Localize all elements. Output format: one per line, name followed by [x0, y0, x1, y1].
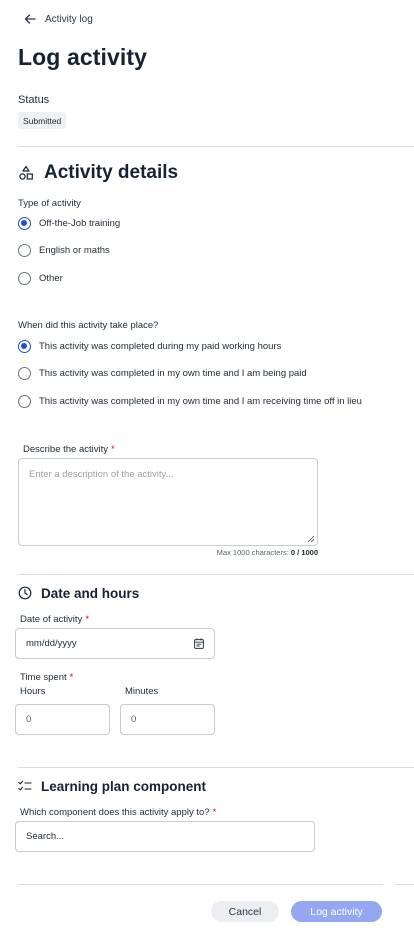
status-badge: Submitted [18, 112, 67, 129]
clock-icon [18, 586, 32, 600]
status-label: Status [18, 94, 50, 106]
component-search-input[interactable]: Search... [15, 821, 315, 852]
hours-value: 0 [26, 714, 32, 725]
date-hours-header: Date and hours [18, 584, 139, 602]
radio-button[interactable] [18, 366, 31, 380]
component-question-label: Which component does this activity apply… [20, 807, 217, 818]
required-marker: * [111, 444, 115, 455]
section-divider [18, 767, 414, 768]
learning-plan-header: Learning plan component [18, 777, 206, 795]
radio-when-own-time-paid[interactable]: This activity was completed in my own ti… [18, 365, 307, 381]
footer-divider [18, 884, 383, 885]
date-label: Date of activity * [20, 614, 90, 625]
radio-when-paid-hours[interactable]: This activity was completed during my pa… [18, 338, 281, 354]
radio-button[interactable] [18, 394, 31, 408]
footer-divider [395, 884, 414, 885]
hours-label: Hours [20, 686, 46, 697]
radio-label: This activity was completed in my own ti… [39, 395, 362, 407]
search-placeholder: Search... [26, 831, 65, 842]
back-link-label: Activity log [45, 13, 93, 25]
radio-label: Off-the-Job training [39, 217, 121, 229]
cancel-button[interactable]: Cancel [211, 901, 279, 922]
learning-plan-title: Learning plan component [41, 778, 207, 794]
character-counter: Max 1000 characters: 0 / 1000 [216, 548, 318, 557]
log-activity-button[interactable]: Log activity [291, 901, 382, 922]
radio-label: Other [39, 272, 63, 284]
minutes-label: Minutes [125, 686, 159, 697]
minutes-input[interactable]: 0 [120, 704, 215, 735]
radio-when-own-time-toil[interactable]: This activity was completed in my own ti… [18, 393, 362, 409]
shapes-icon [18, 165, 34, 181]
required-marker: * [85, 614, 90, 625]
radio-label: This activity was completed during my pa… [39, 340, 282, 352]
resize-handle-icon[interactable] [307, 535, 315, 543]
radio-label: This activity was completed in my own ti… [39, 367, 307, 379]
radio-button[interactable] [18, 339, 31, 353]
arrow-left-icon [24, 13, 36, 25]
radio-button[interactable] [18, 243, 31, 257]
radio-activity-type-other[interactable]: Other [18, 270, 63, 286]
radio-button[interactable] [18, 216, 31, 230]
calendar-icon[interactable] [194, 638, 204, 649]
checklist-icon [18, 780, 32, 792]
radio-label: English or maths [39, 244, 110, 256]
radio-button[interactable] [18, 271, 31, 285]
page-title: Log activity [18, 44, 148, 70]
activity-type-label: Type of activity [18, 198, 81, 209]
radio-activity-type-english-maths[interactable]: English or maths [18, 242, 110, 258]
minutes-value: 0 [131, 714, 137, 725]
date-hours-title: Date and hours [41, 585, 140, 601]
description-label: Describe the activity * [23, 444, 115, 455]
hours-input[interactable]: 0 [15, 704, 110, 735]
date-placeholder: mm/dd/yyyy [26, 638, 77, 649]
description-textarea[interactable]: Enter a description of the activity... [18, 458, 318, 546]
back-link[interactable]: Activity log [24, 10, 93, 28]
required-marker: * [69, 672, 74, 683]
section-divider [18, 146, 414, 147]
section-divider [18, 574, 414, 575]
required-marker: * [212, 807, 217, 818]
time-spent-label: Time spent * [20, 672, 74, 683]
radio-activity-type-otj[interactable]: Off-the-Job training [18, 215, 120, 231]
activity-details-header: Activity details [18, 160, 178, 186]
activity-details-title: Activity details [44, 162, 179, 183]
date-input[interactable]: mm/dd/yyyy [15, 628, 215, 659]
activity-when-label: When did this activity take place? [18, 320, 159, 331]
description-placeholder: Enter a description of the activity... [29, 469, 174, 480]
